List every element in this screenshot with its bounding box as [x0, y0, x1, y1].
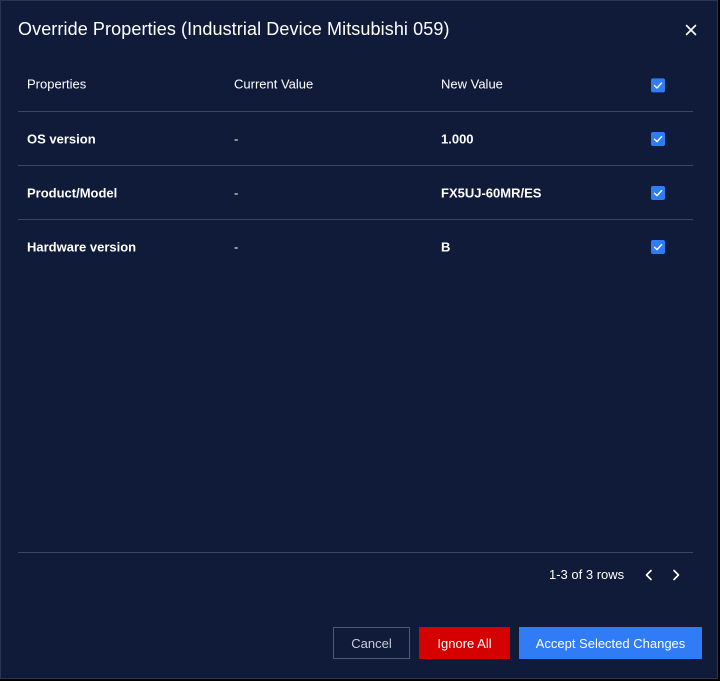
table-row: Hardware version - B	[18, 220, 693, 274]
row-checkbox[interactable]	[651, 131, 665, 146]
property-name: OS version	[27, 131, 96, 146]
checkmark-icon	[653, 82, 663, 89]
column-header-current-value: Current Value	[234, 76, 314, 92]
chevron-left-icon	[640, 569, 658, 588]
new-value: B	[441, 239, 451, 255]
table-row: OS version - 1.000	[18, 112, 693, 166]
current-value: -	[234, 185, 239, 200]
pagination-summary: 1-3 of 3 rows	[549, 567, 625, 582]
property-name: Product/Model	[27, 185, 118, 200]
column-header-new-value: New Value	[441, 76, 503, 92]
footer-divider	[18, 552, 693, 553]
current-value: -	[234, 131, 239, 146]
table-row: Product/Model - FX5UJ-60MR/ES	[18, 166, 693, 220]
column-header-properties: Properties	[27, 76, 87, 92]
new-value: 1.000	[441, 131, 474, 146]
dialog-title: Override Properties (Industrial Device M…	[18, 19, 450, 39]
cancel-button[interactable]: Cancel	[333, 627, 410, 659]
row-checkbox[interactable]	[651, 240, 665, 254]
close-icon	[680, 19, 702, 41]
chevron-right-icon	[667, 569, 685, 588]
checkmark-icon	[653, 135, 663, 142]
table-header-row: Properties Current Value New Value	[18, 57, 693, 112]
override-properties-dialog: Override Properties (Industrial Device M…	[0, 0, 718, 679]
checkmark-icon	[653, 189, 663, 196]
close-button[interactable]	[680, 19, 702, 41]
next-page-button[interactable]	[667, 566, 685, 584]
ignore-all-button[interactable]: Ignore All	[419, 627, 510, 659]
previous-page-button[interactable]	[640, 566, 658, 584]
current-value: -	[234, 239, 239, 255]
select-all-checkbox[interactable]	[651, 78, 665, 93]
accept-selected-changes-button[interactable]: Accept Selected Changes	[519, 627, 702, 659]
properties-table: Properties Current Value New Value OS ve…	[18, 57, 693, 274]
checkmark-icon	[653, 243, 663, 251]
new-value: FX5UJ-60MR/ES	[441, 185, 542, 200]
row-checkbox[interactable]	[651, 185, 665, 200]
property-name: Hardware version	[27, 239, 137, 255]
